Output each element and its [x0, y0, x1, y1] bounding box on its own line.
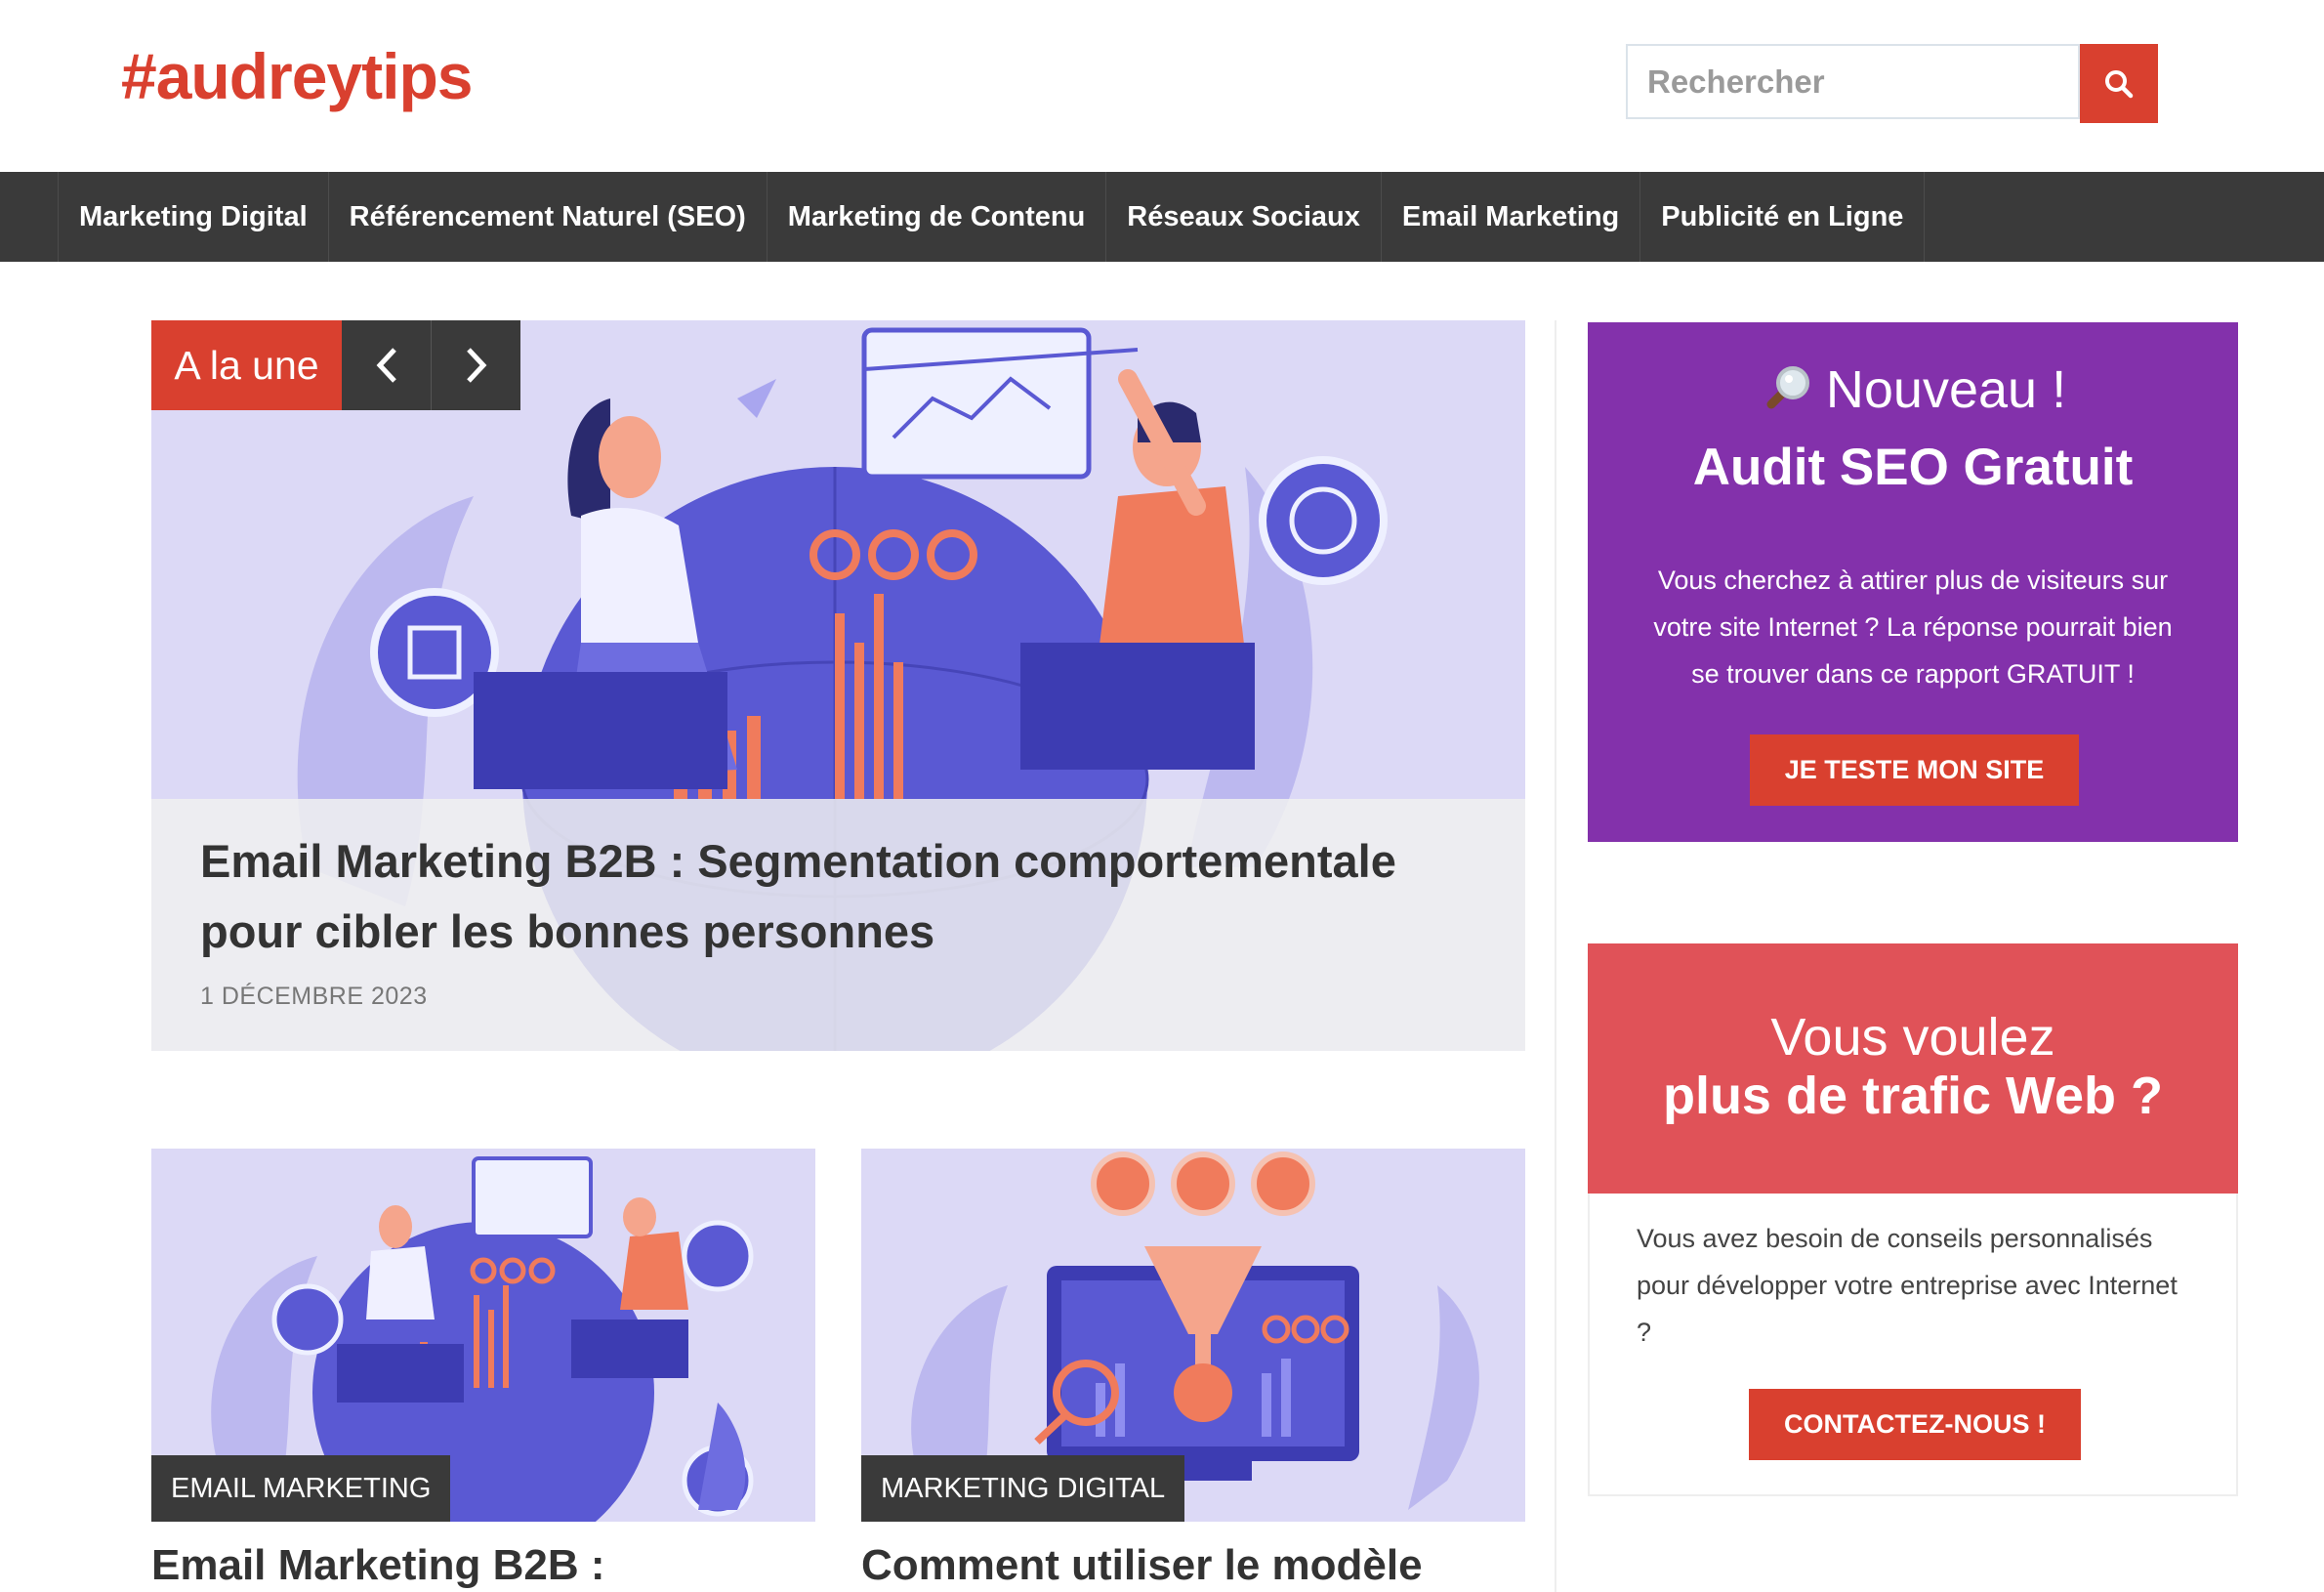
site-logo[interactable]: #audreytips [121, 39, 473, 113]
contact-heading-line2: plus de trafic Web ? [1662, 1067, 2164, 1125]
audit-new-label: Nouveau ! [1825, 360, 2067, 419]
nav-item-seo[interactable]: Référencement Naturel (SEO) [329, 172, 768, 262]
featured-caption: Email Marketing B2B : Segmentation compo… [151, 799, 1525, 1051]
nav-item-publicite[interactable]: Publicité en Ligne [1640, 172, 1926, 262]
contact-heading-line1: Vous voulez [1770, 1008, 2055, 1067]
chevron-right-icon [466, 348, 486, 383]
nav-item-marketing-contenu[interactable]: Marketing de Contenu [768, 172, 1107, 262]
article-category-badge[interactable]: MARKETING DIGITAL [861, 1455, 1185, 1522]
contact-description: Vous avez besoin de conseils personnalis… [1637, 1224, 2178, 1347]
main-nav: Marketing Digital Référencement Naturel … [0, 172, 2324, 262]
article-category-badge[interactable]: EMAIL MARKETING [151, 1455, 451, 1522]
featured-slider: A la une Email Marketing B2B : Segmentat… [151, 320, 1525, 1051]
article-title[interactable]: Email Marketing B2B : [151, 1541, 815, 1590]
article-title[interactable]: Comment utiliser le modèle [861, 1541, 1525, 1590]
article-card: EMAIL MARKETING Email Marketing B2B : [151, 1149, 815, 1592]
contact-widget-header: Vous voulez plus de trafic Web ? [1588, 943, 2238, 1194]
search-input[interactable] [1626, 44, 2080, 119]
featured-title[interactable]: Email Marketing B2B : Segmentation compo… [200, 826, 1470, 967]
contact-button[interactable]: CONTACTEZ-NOUS ! [1749, 1389, 2081, 1460]
contact-widget: Vous voulez plus de trafic Web ? Vous av… [1588, 943, 2238, 1496]
magnifier-icon [1766, 366, 1809, 409]
featured-badge: A la une [151, 320, 342, 410]
article-card: MARKETING DIGITAL Comment utiliser le mo… [861, 1149, 1525, 1592]
column-divider [1555, 320, 1556, 1592]
nav-item-marketing-digital[interactable]: Marketing Digital [59, 172, 329, 262]
search-icon [2105, 69, 2134, 98]
slider-prev-button[interactable] [342, 320, 432, 410]
nav-item-reseaux-sociaux[interactable]: Réseaux Sociaux [1106, 172, 1382, 262]
audit-seo-widget: Nouveau ! Audit SEO Gratuit Vous cherche… [1588, 322, 2238, 842]
search-form [1626, 44, 2163, 123]
audit-new-heading: Nouveau ! [1588, 359, 2238, 420]
featured-date: 1 DÉCEMBRE 2023 [200, 983, 428, 1010]
nav-item-email-marketing[interactable]: Email Marketing [1382, 172, 1641, 262]
test-site-button[interactable]: JE TESTE MON SITE [1750, 734, 2079, 806]
search-button[interactable] [2080, 44, 2158, 123]
audit-description: Vous cherchez à attirer plus de visiteur… [1653, 566, 2173, 689]
nav-list: Marketing Digital Référencement Naturel … [58, 172, 1926, 262]
chevron-left-icon [376, 348, 396, 383]
audit-title: Audit SEO Gratuit [1692, 439, 2134, 496]
slider-next-button[interactable] [432, 320, 520, 410]
